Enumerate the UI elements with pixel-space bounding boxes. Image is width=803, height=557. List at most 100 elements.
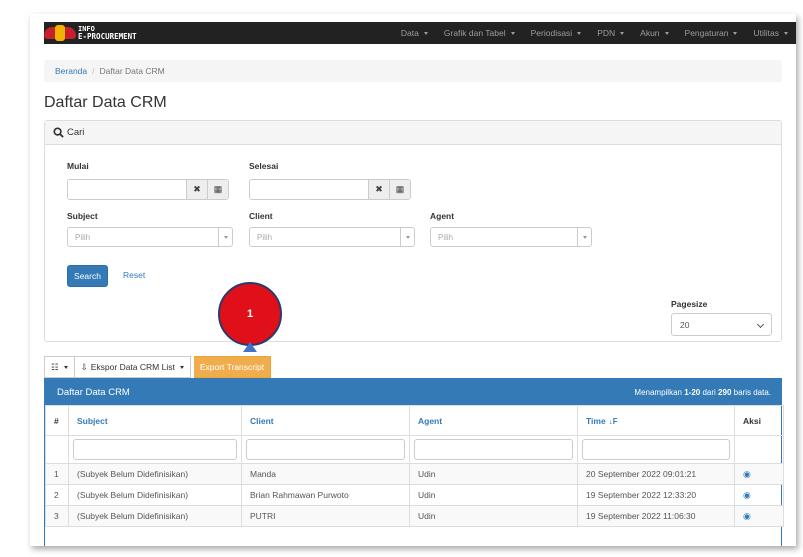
menu-data[interactable]: Data	[393, 28, 436, 38]
columns-toggle-button[interactable]: ☷	[44, 356, 75, 378]
row-agent: Udin	[409, 505, 578, 527]
menu-periodisasi[interactable]: Periodisasi	[523, 28, 590, 38]
view-eye-icon[interactable]: ◉	[743, 469, 751, 479]
row-time: 19 September 2022 12:33:20	[577, 484, 735, 506]
client-filter-input[interactable]	[246, 439, 405, 460]
menu-akun[interactable]: Akun	[632, 28, 676, 38]
subject-select[interactable]: Pilih	[67, 227, 233, 247]
download-icon: ⇩	[80, 361, 88, 372]
search-panel-header[interactable]: Cari	[45, 121, 781, 145]
table-row: 3 (Subyek Belum Didefinisikan) PUTRI Udi…	[45, 505, 784, 527]
col-header-time[interactable]: Time ↓F	[577, 405, 735, 436]
main-menu: Data Grafik dan Tabel Periodisasi PDN Ak…	[393, 22, 796, 44]
sort-desc-icon: ↓F	[608, 416, 618, 426]
row-time: 20 September 2022 09:01:21	[577, 463, 735, 485]
menu-grafik-dan-tabel[interactable]: Grafik dan Tabel	[436, 28, 523, 38]
col-header-aksi: Aksi	[734, 405, 784, 436]
row-subject: (Subyek Belum Didefinisikan)	[68, 463, 242, 485]
clear-icon[interactable]: ✖	[368, 180, 389, 199]
logo-line2: E-PROCUREMENT	[78, 32, 137, 41]
data-panel-title: Daftar Data CRM	[57, 386, 130, 398]
col-header-number: #	[45, 405, 69, 436]
agent-select[interactable]: Pilih	[430, 227, 592, 247]
pagesize-value: 20	[680, 319, 690, 330]
caret-down-icon	[223, 235, 228, 239]
search-icon	[53, 127, 64, 138]
logo-mark-icon	[44, 22, 76, 44]
client-label: Client	[249, 211, 273, 221]
client-select[interactable]: Pilih	[249, 227, 415, 247]
caret-down-icon	[405, 235, 410, 239]
subject-label: Subject	[67, 211, 98, 221]
menu-pdn[interactable]: PDN	[589, 28, 632, 38]
row-client: Brian Rahmawan Purwoto	[241, 484, 410, 506]
mulai-date-group: ✖ ▦	[67, 179, 229, 200]
data-panel-header: Daftar Data CRM Menampilkan 1-20 dari 29…	[45, 379, 781, 405]
top-navbar: INFO E-PROCUREMENT Data Grafik dan Tabel…	[44, 22, 796, 44]
caret-down-icon	[510, 31, 515, 35]
row-client: PUTRI	[241, 505, 410, 527]
caret-down-icon	[423, 31, 428, 35]
breadcrumb: Beranda / Daftar Data CRM	[44, 60, 782, 82]
calendar-icon[interactable]: ▦	[389, 180, 410, 199]
table-row: 1 (Subyek Belum Didefinisikan) Manda Udi…	[45, 463, 784, 485]
pagesize-select[interactable]: 20	[671, 313, 772, 336]
columns-icon: ☷	[51, 361, 59, 372]
row-number: 3	[45, 505, 69, 527]
view-eye-icon[interactable]: ◉	[743, 490, 751, 500]
view-eye-icon[interactable]: ◉	[743, 511, 751, 521]
pagesize-label: Pagesize	[671, 299, 708, 309]
subject-select-value: Pilih	[75, 232, 91, 242]
reset-link[interactable]: Reset	[123, 270, 145, 280]
app-window: INFO E-PROCUREMENT Data Grafik dan Tabel…	[30, 14, 796, 546]
mulai-date-input[interactable]	[68, 180, 186, 199]
client-select-value: Pilih	[257, 232, 273, 242]
data-table: # Subject Client Agent Time ↓F Aksi 1 (Su…	[45, 405, 784, 527]
data-panel: Daftar Data CRM Menampilkan 1-20 dari 29…	[44, 378, 784, 546]
annotation-marker: 1	[218, 282, 282, 346]
breadcrumb-separator: /	[92, 66, 95, 76]
row-number: 1	[45, 463, 69, 485]
table-toolbar: ☷ ⇩ Ekspor Data CRM List Export Transcri…	[44, 356, 272, 378]
agent-select-value: Pilih	[438, 232, 454, 242]
breadcrumb-home-link[interactable]: Beranda	[55, 66, 87, 76]
row-time: 19 September 2022 11:06:30	[577, 505, 735, 527]
table-row: 2 (Subyek Belum Didefinisikan) Brian Rah…	[45, 484, 784, 506]
caret-down-icon	[577, 31, 582, 35]
caret-down-icon	[63, 365, 68, 369]
row-number: 2	[45, 484, 69, 506]
row-subject: (Subyek Belum Didefinisikan)	[68, 505, 242, 527]
row-subject: (Subyek Belum Didefinisikan)	[68, 484, 242, 506]
chevron-down-icon	[756, 320, 765, 329]
mulai-label: Mulai	[67, 161, 89, 171]
caret-down-icon	[733, 31, 738, 35]
selesai-date-input[interactable]	[250, 180, 368, 199]
caret-down-icon	[582, 235, 587, 239]
menu-pengaturan[interactable]: Pengaturan	[677, 28, 746, 38]
agent-filter-input[interactable]	[414, 439, 573, 460]
time-filter-input[interactable]	[582, 439, 730, 460]
menu-utilitas[interactable]: Utilitas	[745, 28, 796, 38]
calendar-icon[interactable]: ▦	[207, 180, 228, 199]
row-agent: Udin	[409, 463, 578, 485]
filter-row	[45, 435, 784, 464]
agent-label: Agent	[430, 211, 455, 221]
row-agent: Udin	[409, 484, 578, 506]
col-header-client[interactable]: Client	[241, 405, 410, 436]
subject-filter-input[interactable]	[73, 439, 237, 460]
selesai-date-group: ✖ ▦	[249, 179, 411, 200]
caret-down-icon	[620, 31, 625, 35]
col-header-subject[interactable]: Subject	[68, 405, 242, 436]
export-transcript-button[interactable]: Export Transcript	[193, 356, 272, 378]
selesai-label: Selesai	[249, 161, 279, 171]
app-logo[interactable]: INFO E-PROCUREMENT	[44, 22, 137, 44]
search-panel: Cari Mulai ✖ ▦ Selesai ✖ ▦ Subject Pilih…	[44, 120, 782, 342]
clear-icon[interactable]: ✖	[186, 180, 207, 199]
table-header-row: # Subject Client Agent Time ↓F Aksi	[45, 405, 784, 436]
row-client: Manda	[241, 463, 410, 485]
col-header-agent[interactable]: Agent	[409, 405, 578, 436]
caret-down-icon	[784, 31, 788, 35]
search-button[interactable]: Search	[67, 265, 108, 287]
page-title: Daftar Data CRM	[44, 94, 167, 111]
export-list-button[interactable]: ⇩ Ekspor Data CRM List	[74, 356, 191, 378]
